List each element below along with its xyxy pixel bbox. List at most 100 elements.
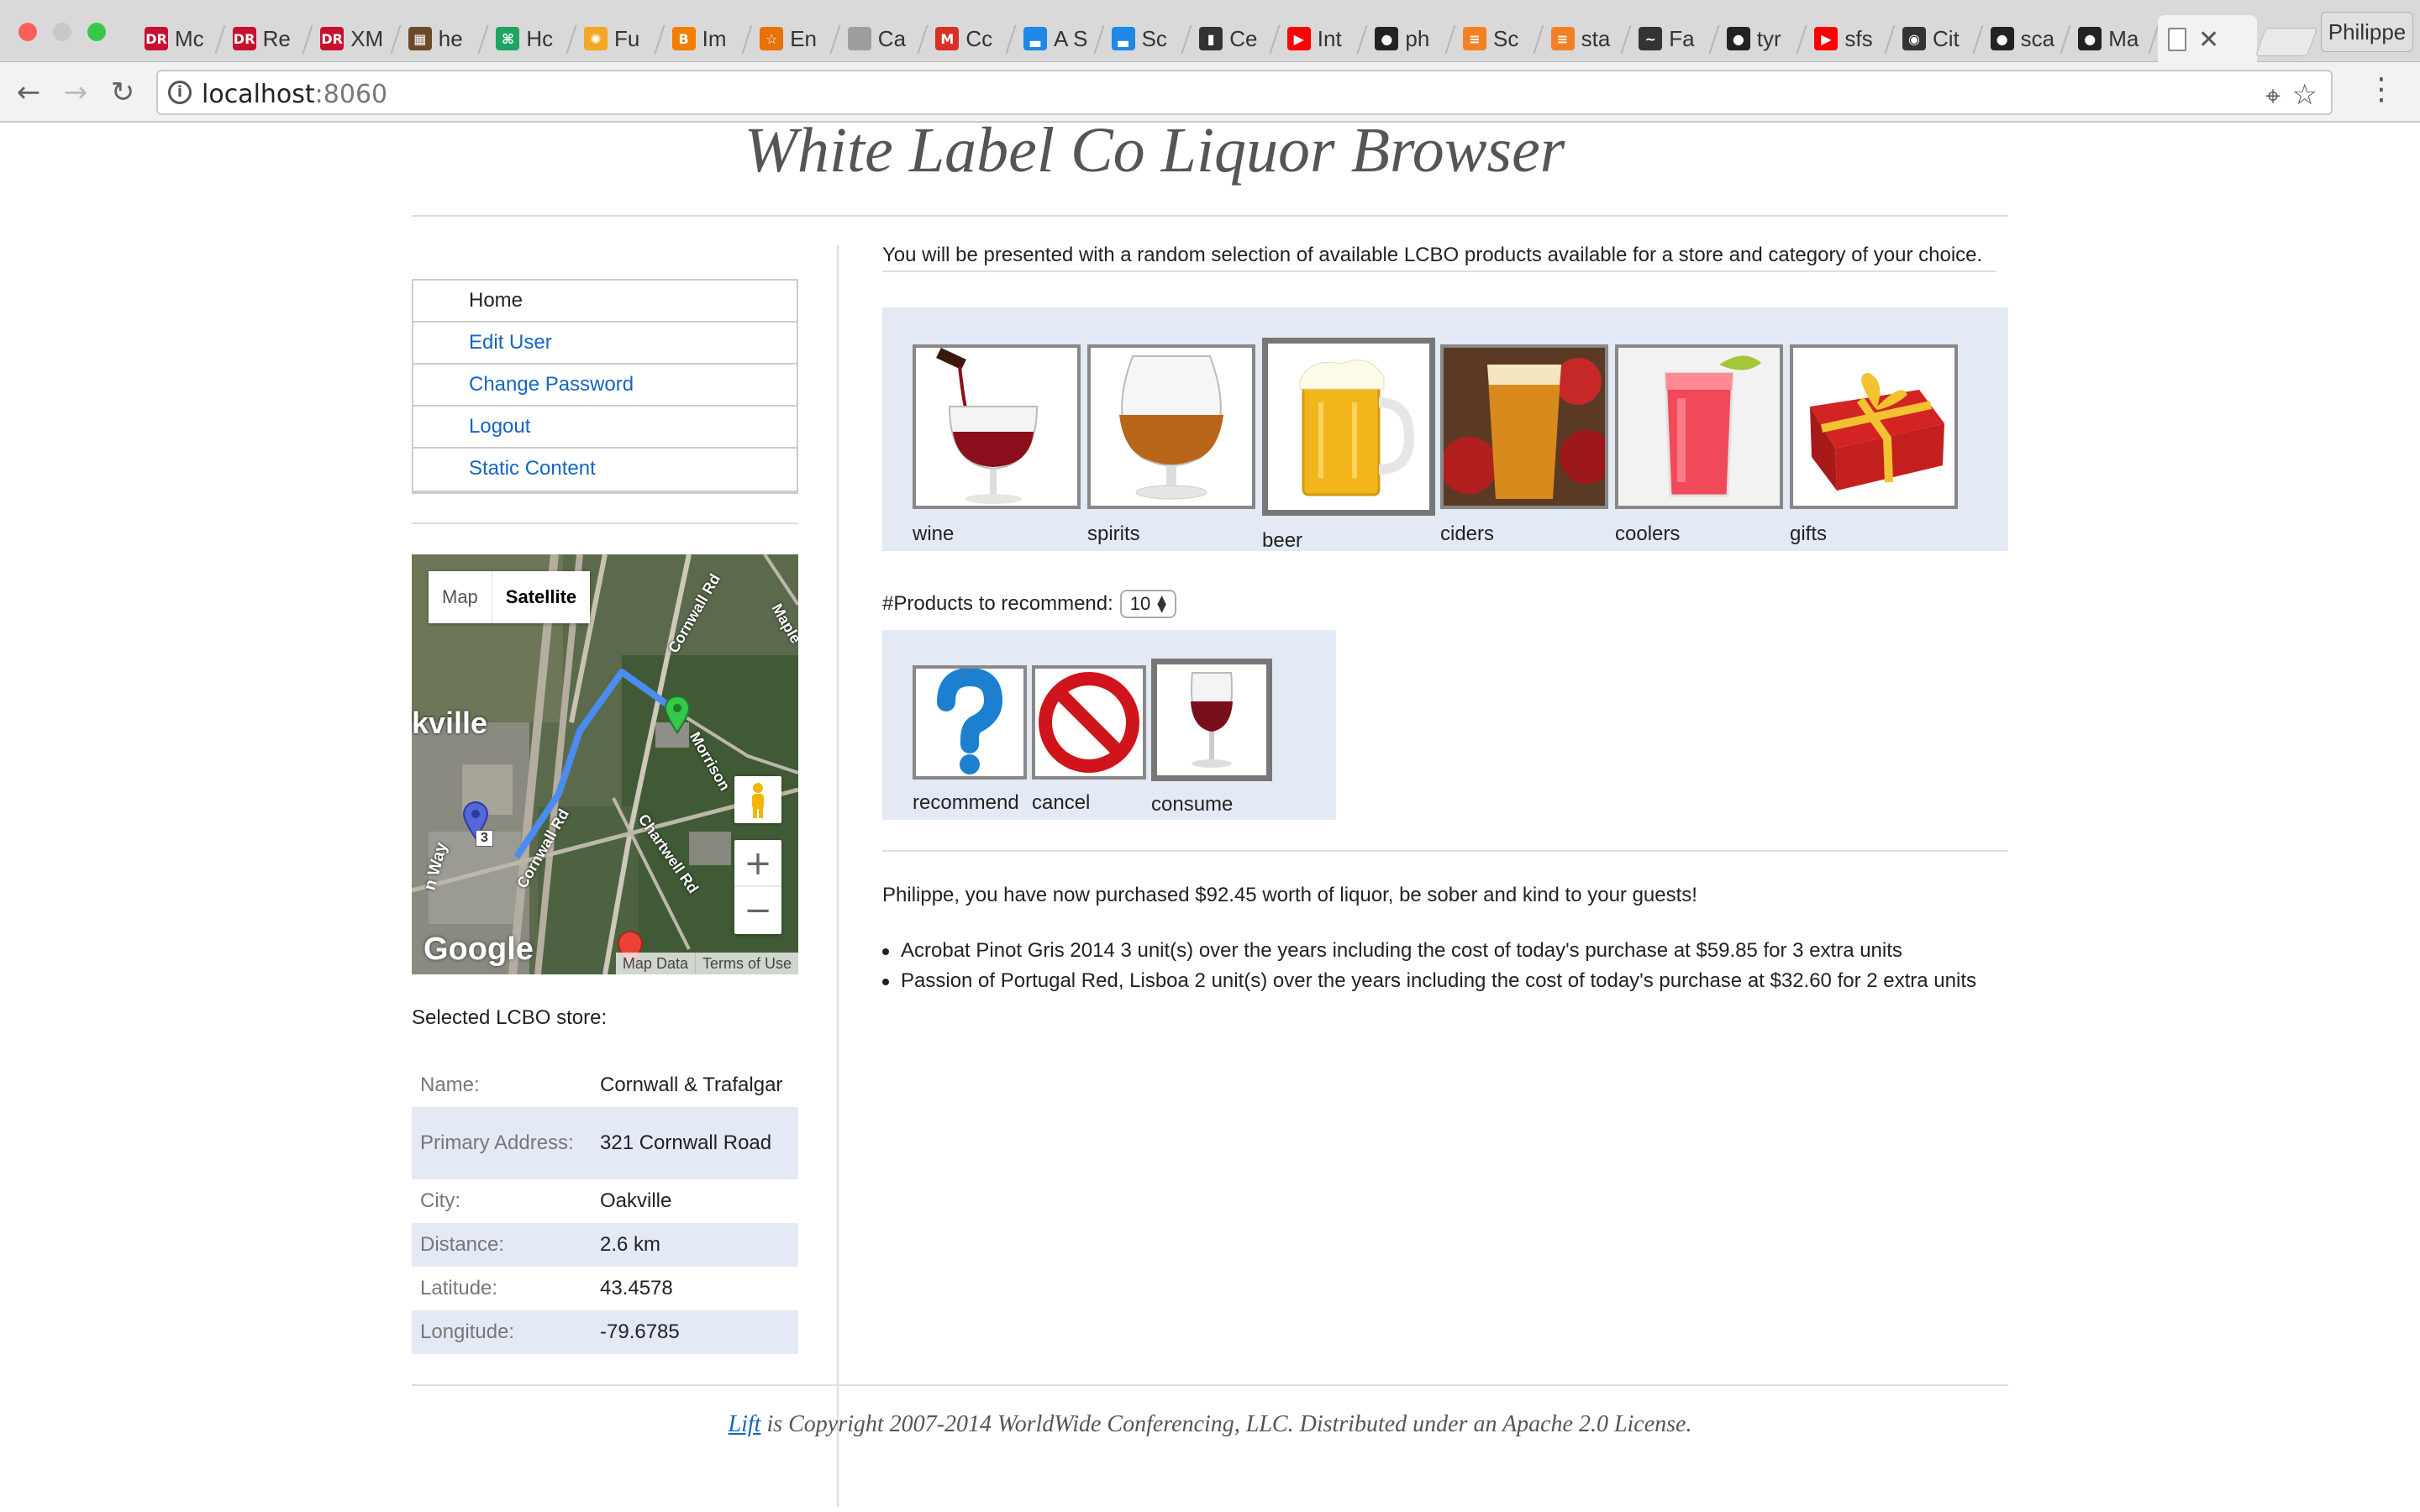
store-field-label: Distance:	[420, 1233, 505, 1256]
forward-arrow-icon[interactable]: →	[59, 76, 92, 109]
map-mode-button[interactable]: Map	[429, 571, 492, 623]
star-icon: ☆	[760, 27, 784, 50]
location-icon[interactable]: ⌖	[2265, 80, 2281, 113]
map-type-toggle: Map Satellite	[429, 571, 591, 623]
browser-tab[interactable]: ● sca	[1981, 15, 2068, 62]
zoom-in-button[interactable]: +	[734, 840, 781, 887]
browser-tab[interactable]: ▮ Ce	[1189, 15, 1276, 62]
browser-tab[interactable]: ⌘ Hc	[486, 15, 573, 62]
zoom-control: + −	[734, 840, 781, 934]
menu-item-home[interactable]: Home	[413, 281, 797, 323]
category-wine[interactable]: wine	[913, 344, 1081, 546]
minimize-window-button[interactable]	[53, 23, 71, 41]
tab-strip: DR Mc DR Re DR XM ▦ he ⌘ Hc ✺ Fu B Im ☆ En Ca M Cc ▃ A S ▃ Sc ▮…	[0, 0, 2420, 64]
category-label: wine	[913, 522, 955, 545]
table-row: Latitude: 43.4578	[412, 1267, 798, 1310]
back-arrow-icon[interactable]: ←	[12, 76, 45, 109]
beer-mug-icon	[1262, 338, 1435, 516]
book-icon: ▮	[1199, 27, 1223, 50]
url-text: localhost:8060	[202, 80, 388, 109]
map-data-link[interactable]: Map Data	[616, 953, 696, 974]
chart-icon: ▃	[1023, 27, 1047, 50]
browser-menu-icon[interactable]: ⋮	[2366, 72, 2396, 107]
stackoverflow-icon: ≡	[1550, 27, 1575, 50]
street-view-pegman-icon[interactable]	[734, 776, 781, 823]
tab-title: tyr	[1756, 25, 1781, 51]
action-label: consume	[1151, 793, 1234, 816]
list-item: Acrobat Pinot Gris 2014 3 unit(s) over t…	[882, 936, 1976, 966]
prohibited-sign-icon	[1032, 665, 1146, 780]
browser-tab[interactable]: ● tyr	[1717, 15, 1804, 62]
footer: Lift is Copyright 2007-2014 WorldWide Co…	[0, 1411, 2420, 1438]
lift-link[interactable]: Lift	[729, 1411, 761, 1437]
bookmark-star-icon[interactable]: ☆	[2292, 78, 2317, 112]
new-tab-button[interactable]	[2254, 28, 2318, 56]
browser-tab[interactable]: ▃ A S	[1013, 15, 1101, 62]
tab-active[interactable]: ✕	[2158, 15, 2257, 64]
browser-tab[interactable]: ▶ sfs	[1804, 15, 1891, 62]
menu-item-static-content[interactable]: Static Content	[413, 449, 797, 491]
close-tab-icon[interactable]: ✕	[2198, 25, 2219, 55]
store-field-label: Name:	[420, 1074, 480, 1096]
category-coolers[interactable]: coolers	[1615, 344, 1783, 546]
list-item: Passion of Portugal Red, Lisboa 2 unit(s…	[882, 966, 1976, 996]
browser-tab[interactable]: ▦ he	[398, 15, 486, 62]
category-picker: wine spirits beer ciders coolers gifts	[882, 307, 2008, 553]
browser-tab[interactable]: ● Ma	[2068, 15, 2155, 62]
leaf-icon: ⌘	[496, 27, 520, 50]
browser-tab[interactable]: DR Re	[223, 15, 310, 62]
table-row: Primary Address: 321 Cornwall Road	[412, 1107, 798, 1179]
store-map[interactable]: kville Cornwall Rd Cornwall Rd Chartwell…	[412, 554, 798, 974]
zoom-out-button[interactable]: −	[734, 887, 781, 934]
profile-button[interactable]: Philippe	[2321, 12, 2413, 52]
terms-of-use-link[interactable]: Terms of Use	[696, 953, 798, 974]
menu-item-edit-user[interactable]: Edit User	[413, 323, 797, 365]
table-row: City: Oakville	[412, 1179, 798, 1223]
browser-tab[interactable]: ~ Fa	[1628, 15, 1716, 62]
info-icon[interactable]: i	[168, 81, 192, 104]
product-count-select[interactable]: 10 ▲ ▼	[1119, 590, 1177, 618]
page-title: White Label Co Liquor Browser	[744, 115, 1565, 186]
menu-item-logout[interactable]: Logout	[413, 407, 797, 449]
reload-icon[interactable]: ↻	[106, 76, 139, 109]
github-icon: ●	[1375, 27, 1399, 50]
browser-tab[interactable]: ▶ Int	[1277, 15, 1365, 62]
side-menu: Home Edit User Change Password Logout St…	[412, 279, 798, 494]
tab-title: Ce	[1229, 25, 1258, 51]
browser-tab[interactable]: Ca	[838, 15, 925, 62]
intro-text: You will be presented with a random sele…	[882, 244, 1996, 272]
blogger-icon: B	[671, 27, 696, 50]
consume-button[interactable]: consume	[1151, 659, 1272, 816]
camera-icon: ◉	[1902, 27, 1926, 50]
browser-tab[interactable]: ● ph	[1365, 15, 1452, 62]
satellite-mode-button[interactable]: Satellite	[492, 571, 590, 623]
browser-tab[interactable]: ✺ Fu	[574, 15, 661, 62]
terminal-icon: ~	[1639, 27, 1663, 50]
browser-tab[interactable]: M Cc	[925, 15, 1013, 62]
address-bar[interactable]: i localhost:8060 ⌖ ☆	[156, 70, 2333, 115]
category-gifts[interactable]: gifts	[1790, 344, 1958, 546]
tab-title: sfs	[1844, 25, 1873, 51]
menu-item-change-password[interactable]: Change Password	[413, 365, 797, 407]
category-ciders[interactable]: ciders	[1440, 344, 1608, 546]
maximize-window-button[interactable]	[87, 23, 106, 41]
browser-tab[interactable]: DR Mc	[134, 15, 222, 62]
table-row: Name: Cornwall & Trafalgar	[412, 1063, 798, 1107]
question-mark-icon	[913, 665, 1027, 780]
close-window-button[interactable]	[18, 23, 37, 41]
recommend-button[interactable]: recommend	[913, 665, 1027, 815]
select-arrows-icon: ▲ ▼	[1157, 593, 1167, 615]
category-beer[interactable]: beer	[1262, 338, 1435, 553]
browser-tab[interactable]: ≡ sta	[1541, 15, 1628, 62]
cancel-button[interactable]: cancel	[1032, 665, 1146, 815]
browser-tab[interactable]: ▃ Sc	[1102, 15, 1189, 62]
category-spirits[interactable]: spirits	[1087, 344, 1255, 546]
browser-tab[interactable]: ◉ Cit	[1892, 15, 1980, 62]
browser-tab[interactable]: ☆ En	[750, 15, 837, 62]
browser-tab[interactable]: DR XM	[310, 15, 397, 62]
purchase-summary: Philippe, you have now purchased $92.45 …	[882, 884, 1697, 906]
browser-tab[interactable]: ≡ Sc	[1453, 15, 1540, 62]
tab-title: Fu	[614, 25, 640, 51]
browser-tab[interactable]: B Im	[662, 15, 750, 62]
browser-toolbar: ← → ↻ i localhost:8060 ⌖ ☆ ⋮	[0, 62, 2420, 123]
